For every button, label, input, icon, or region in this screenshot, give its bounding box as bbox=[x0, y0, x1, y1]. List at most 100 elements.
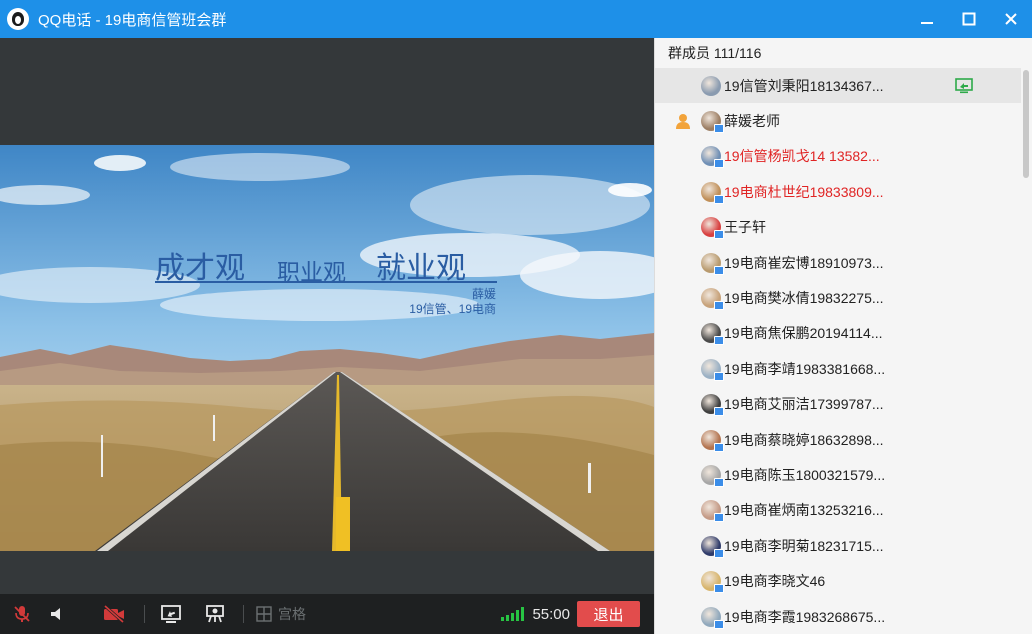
presenter-button[interactable] bbox=[195, 594, 235, 634]
member-row[interactable]: 19电商蔡晓婷18632898... bbox=[655, 422, 1021, 457]
minimize-button[interactable] bbox=[906, 0, 948, 38]
member-avatar bbox=[701, 535, 724, 558]
road-landscape-image bbox=[0, 145, 654, 551]
member-name: 19电商李霞1983268675... bbox=[724, 608, 886, 625]
member-row[interactable]: 19电商李靖1983381668... bbox=[655, 351, 1021, 386]
device-badge-icon bbox=[714, 584, 724, 594]
device-badge-icon bbox=[714, 265, 724, 275]
member-row[interactable]: 19电商崔宏博18910973... bbox=[655, 245, 1021, 280]
member-row[interactable]: 19电商李明菊18231715... bbox=[655, 528, 1021, 563]
member-name: 19电商蔡晓婷18632898... bbox=[724, 431, 884, 448]
exit-button[interactable]: 退出 bbox=[577, 601, 640, 627]
member-avatar bbox=[701, 217, 724, 240]
member-row[interactable]: 19电商李晓文46 bbox=[655, 563, 1021, 598]
mic-button[interactable] bbox=[0, 594, 44, 634]
member-name: 19电商李靖1983381668... bbox=[724, 360, 886, 377]
toolbar-separator bbox=[243, 605, 244, 623]
member-name: 王子轩 bbox=[724, 219, 766, 236]
grid-view-label: 宫格 bbox=[278, 606, 306, 622]
member-avatar bbox=[701, 252, 724, 275]
member-avatar bbox=[701, 429, 724, 452]
screen-sharing-icon bbox=[955, 77, 973, 93]
device-badge-icon bbox=[714, 619, 724, 629]
title-bar: QQ电话 - 19电商信管班会群 bbox=[0, 0, 1032, 38]
member-name: 19电商焦保鹏20194114... bbox=[724, 325, 883, 342]
device-badge-icon bbox=[714, 407, 724, 417]
grid-icon bbox=[256, 606, 272, 622]
member-row[interactable]: 19电商焦保鹏20194114... bbox=[655, 316, 1021, 351]
member-name: 19电商崔宏博18910973... bbox=[724, 254, 884, 271]
member-row[interactable]: 19电商杜世纪19833809... bbox=[655, 174, 1021, 209]
member-row[interactable]: 王子轩 bbox=[655, 210, 1021, 245]
camera-button[interactable] bbox=[94, 594, 134, 634]
screen-share-icon bbox=[161, 605, 181, 623]
toolbar-separator bbox=[144, 605, 145, 623]
call-timer: 55:00 bbox=[532, 605, 570, 623]
member-avatar bbox=[701, 606, 724, 629]
presentation-slide: 成才观 职业观 就业观 薛媛 19信管、19电商 bbox=[0, 145, 654, 551]
device-badge-icon bbox=[714, 336, 724, 346]
device-badge-icon bbox=[714, 371, 724, 381]
maximize-button[interactable] bbox=[948, 0, 990, 38]
device-badge-icon bbox=[714, 513, 724, 523]
member-name: 19电商陈玉1800321579... bbox=[724, 466, 886, 483]
member-avatar bbox=[701, 288, 724, 311]
camera-off-icon bbox=[104, 605, 124, 623]
device-badge-icon bbox=[714, 548, 724, 558]
member-row[interactable]: 19电商李霞1983268675... bbox=[655, 599, 1021, 634]
member-name: 19电商李明菊18231715... bbox=[724, 537, 884, 554]
member-list: 19信管刘秉阳18134367... 薛媛老师 19信管杨凯戈14 13582...… bbox=[655, 68, 1021, 634]
member-row[interactable]: 19电商艾丽洁17399787... bbox=[655, 387, 1021, 422]
mic-muted-icon bbox=[14, 606, 30, 622]
presenter-icon bbox=[206, 605, 224, 623]
grid-view-button[interactable]: 宫格 bbox=[256, 594, 306, 634]
shared-screen-area[interactable]: 成才观 职业观 就业观 薛媛 19信管、19电商 bbox=[0, 38, 654, 594]
member-row[interactable]: 19电商崔炳南13253216... bbox=[655, 493, 1021, 528]
member-row[interactable]: 19电商樊冰倩19832275... bbox=[655, 280, 1021, 315]
member-avatar bbox=[701, 500, 724, 523]
device-badge-icon bbox=[714, 159, 724, 169]
screen-share-button[interactable] bbox=[151, 594, 191, 634]
member-avatar bbox=[701, 111, 724, 134]
member-row[interactable]: 薛媛老师 bbox=[655, 103, 1021, 138]
member-name: 19电商艾丽洁17399787... bbox=[724, 396, 884, 413]
member-avatar bbox=[701, 146, 724, 169]
device-badge-icon bbox=[714, 124, 724, 134]
device-badge-icon bbox=[714, 301, 724, 311]
member-row[interactable]: 19电商陈玉1800321579... bbox=[655, 457, 1021, 492]
window-title: QQ电话 - 19电商信管班会群 bbox=[38, 11, 227, 29]
slide-title-underline bbox=[155, 281, 497, 283]
maximize-icon bbox=[962, 12, 976, 26]
minimize-icon bbox=[921, 22, 933, 24]
member-name: 19电商樊冰倩19832275... bbox=[724, 290, 884, 307]
member-name: 19电商杜世纪19833809... bbox=[724, 183, 884, 200]
window-controls bbox=[906, 0, 1032, 38]
device-badge-icon bbox=[714, 477, 724, 487]
speaker-button[interactable] bbox=[44, 594, 70, 634]
member-name: 19电商崔炳南13253216... bbox=[724, 502, 884, 519]
close-button[interactable] bbox=[990, 0, 1032, 38]
member-name: 19电商李晓文46 bbox=[724, 573, 826, 590]
member-row[interactable]: 19信管刘秉阳18134367... bbox=[655, 68, 1021, 104]
group-owner-icon bbox=[676, 114, 690, 130]
member-avatar bbox=[701, 75, 721, 96]
device-badge-icon bbox=[714, 194, 724, 204]
member-avatar bbox=[701, 394, 724, 417]
member-avatar bbox=[701, 464, 724, 487]
member-row[interactable]: 19信管杨凯戈14 13582... bbox=[655, 139, 1021, 174]
members-count: 群成员 111/116 bbox=[668, 45, 762, 61]
slide-subtitle: 19信管、19电商 bbox=[409, 302, 496, 316]
member-name: 19信管刘秉阳18134367... bbox=[724, 77, 884, 94]
member-avatar bbox=[701, 181, 724, 204]
device-badge-icon bbox=[714, 442, 724, 452]
member-avatar bbox=[701, 571, 724, 594]
member-name: 薛媛老师 bbox=[724, 113, 780, 130]
member-avatar bbox=[701, 358, 724, 381]
member-name: 19信管杨凯戈14 13582... bbox=[724, 148, 880, 165]
members-scrollbar[interactable] bbox=[1021, 68, 1031, 634]
close-icon bbox=[1005, 13, 1017, 25]
device-badge-icon bbox=[714, 230, 724, 240]
members-panel: 群成员 111/116 19信管刘秉阳18134367... 薛媛老师 19信管杨凯… bbox=[654, 38, 1032, 634]
scrollbar-thumb[interactable] bbox=[1023, 70, 1029, 178]
signal-strength-icon bbox=[501, 607, 525, 621]
